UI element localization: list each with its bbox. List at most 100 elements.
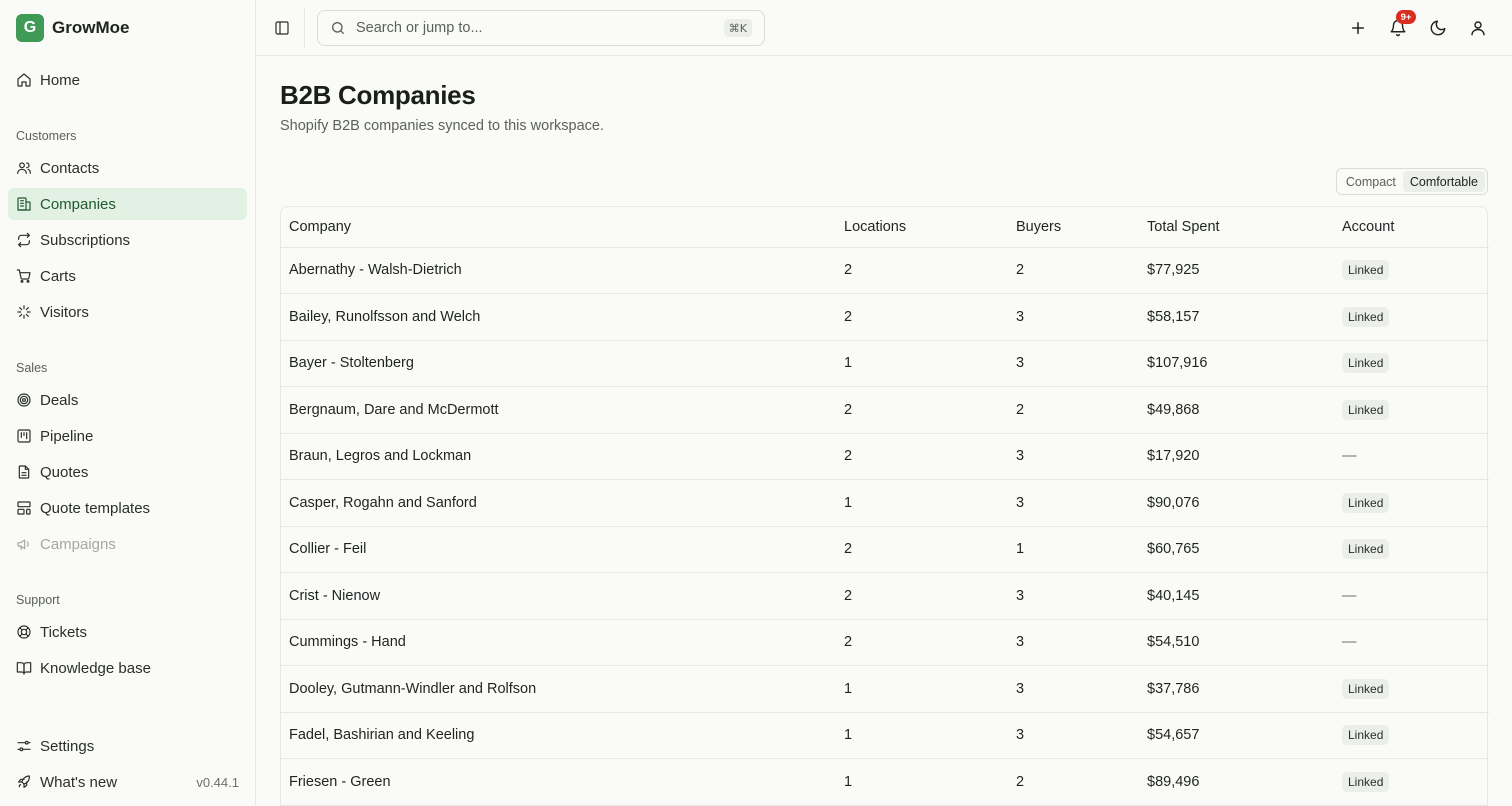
table-row[interactable]: Abernathy - Walsh-Dietrich 2 2 $77,925 Linke… — [281, 247, 1489, 294]
cell-total-spent: $58,157 — [1139, 293, 1334, 341]
column-header-account[interactable]: Account — [1334, 207, 1489, 248]
cell-locations: 1 — [836, 479, 1008, 527]
sidebar-item-label: Contacts — [40, 159, 100, 177]
cell-buyers: 3 — [1008, 340, 1139, 387]
table-row[interactable]: Collier - Feil 2 1 $60,765 Linked — [281, 526, 1489, 573]
cell-company: Fadel, Bashirian and Keeling — [281, 712, 836, 759]
cell-company: Bayer - Stoltenberg — [281, 340, 836, 387]
account-linked-badge: Linked — [1342, 725, 1390, 746]
section-label-customers: Customers — [16, 129, 77, 143]
lifebuoy-icon — [17, 625, 31, 639]
sidebar-item-carts[interactable]: Carts — [8, 260, 247, 292]
sidebar-item-whats-new[interactable]: What's new v0.44.1 — [8, 766, 247, 798]
search-input[interactable] — [356, 20, 716, 36]
layout-template-icon — [17, 501, 31, 515]
cell-locations: 2 — [836, 433, 1008, 480]
search-shortcut: ⌘K — [723, 19, 752, 37]
theme-toggle-button[interactable] — [1426, 16, 1450, 40]
notifications-button[interactable]: 9+ — [1386, 10, 1416, 40]
table-row[interactable]: Cummings - Hand 2 3 $54,510 — — [281, 619, 1489, 666]
table-row[interactable]: Friesen - Green 1 2 $89,496 Linked — [281, 758, 1489, 806]
cell-account: — — [1334, 433, 1489, 480]
sidebar-item-label: Tickets — [40, 623, 87, 641]
cell-buyers: 3 — [1008, 433, 1139, 480]
table-row[interactable]: Bayer - Stoltenberg 1 3 $107,916 Linked — [281, 340, 1489, 387]
user-icon — [1471, 21, 1485, 36]
account-linked-badge: Linked — [1342, 492, 1390, 513]
megaphone-icon — [17, 539, 29, 550]
column-header-buyers[interactable]: Buyers — [1008, 207, 1139, 248]
account-linked-badge: Linked — [1342, 539, 1390, 560]
sidebar-item-subscriptions[interactable]: Subscriptions — [8, 224, 247, 256]
cell-total-spent: $77,925 — [1139, 247, 1334, 294]
sidebar-item-quote-templates[interactable]: Quote templates — [8, 492, 247, 524]
sparkle-icon — [17, 305, 31, 319]
sidebar-item-label: Visitors — [40, 303, 89, 321]
sidebar-toggle-button[interactable] — [270, 16, 294, 40]
version-label: v0.44.1 — [196, 774, 239, 790]
sidebar-item-home[interactable]: Home — [8, 64, 247, 96]
create-button[interactable] — [1346, 16, 1370, 40]
account-linked-badge: Linked — [1342, 399, 1390, 420]
sidebar-item-label: Deals — [40, 391, 79, 409]
kanban-icon — [17, 429, 31, 443]
cell-total-spent: $90,076 — [1139, 479, 1334, 527]
table-row[interactable]: Braun, Legros and Lockman 2 3 $17,920 — — [281, 433, 1489, 480]
sidebar-item-contacts[interactable]: Contacts — [8, 152, 247, 184]
account-empty: — — [1342, 634, 1357, 651]
column-header-company[interactable]: Company — [281, 207, 836, 248]
sidebar-item-campaigns[interactable]: Campaigns — [8, 528, 247, 560]
rocket-icon — [18, 775, 30, 788]
sidebar-item-pipeline[interactable]: Pipeline — [8, 420, 247, 452]
table-row[interactable]: Casper, Rogahn and Sanford 1 3 $90,076 Linke… — [281, 479, 1489, 527]
column-header-locations[interactable]: Locations — [836, 207, 1008, 248]
account-linked-badge: Linked — [1342, 353, 1390, 374]
sidebar-item-settings[interactable]: Settings — [8, 730, 247, 762]
cell-account: Linked — [1334, 526, 1489, 573]
panel-left-icon — [275, 21, 289, 35]
table-row[interactable]: Bergnaum, Dare and McDermott 2 2 $49,868 Lin… — [281, 386, 1489, 434]
table-row[interactable]: Crist - Nienow 2 3 $40,145 — — [281, 572, 1489, 620]
topbar-divider — [304, 8, 305, 48]
moon-icon — [1430, 20, 1446, 36]
sidebar-item-label: Quotes — [40, 463, 89, 481]
sidebar-item-label: Companies — [40, 195, 116, 213]
cell-locations: 2 — [836, 247, 1008, 294]
table-row[interactable]: Dooley, Gutmann-Windler and Rolfson 1 3 $37… — [281, 665, 1489, 713]
home-icon — [17, 73, 31, 87]
table-row[interactable]: Bailey, Runolfsson and Welch 2 3 $58,157 Lin… — [281, 293, 1489, 341]
sidebar-item-label: Quote templates — [40, 499, 151, 517]
search-box[interactable]: ⌘K — [317, 10, 765, 46]
sidebar-item-deals[interactable]: Deals — [8, 384, 247, 416]
density-comfortable-option[interactable]: Comfortable — [1402, 171, 1485, 192]
sidebar: G GrowMoe Home Customers Contacts Compan… — [0, 0, 256, 806]
cell-company: Collier - Feil — [281, 526, 836, 573]
repeat-icon — [18, 232, 30, 248]
cell-company: Abernathy - Walsh-Dietrich — [281, 247, 836, 294]
target-icon — [17, 393, 31, 407]
section-label-support: Support — [16, 593, 60, 607]
sidebar-item-visitors[interactable]: Visitors — [8, 296, 247, 328]
sidebar-item-tickets[interactable]: Tickets — [8, 616, 247, 648]
account-button[interactable] — [1466, 16, 1490, 40]
table-row[interactable]: Fadel, Bashirian and Keeling 1 3 $54,657 Lin… — [281, 712, 1489, 759]
cell-locations: 2 — [836, 386, 1008, 434]
sidebar-item-companies[interactable]: Companies — [8, 188, 247, 220]
account-linked-badge: Linked — [1342, 260, 1390, 281]
density-compact-option[interactable]: Compact — [1339, 171, 1403, 192]
page-subtitle: Shopify B2B companies synced to this wor… — [280, 118, 604, 134]
sidebar-item-quotes[interactable]: Quotes — [8, 456, 247, 488]
cell-total-spent: $54,657 — [1139, 712, 1334, 759]
cell-total-spent: $17,920 — [1139, 433, 1334, 480]
sidebar-item-knowledge-base[interactable]: Knowledge base — [8, 652, 247, 684]
cell-account: Linked — [1334, 293, 1489, 341]
column-header-total-spent[interactable]: Total Spent — [1139, 207, 1334, 248]
sidebar-item-label: Campaigns — [40, 535, 116, 553]
brand[interactable]: G GrowMoe — [0, 0, 255, 56]
cell-company: Casper, Rogahn and Sanford — [281, 479, 836, 527]
cell-company: Cummings - Hand — [281, 619, 836, 666]
building-icon — [17, 197, 31, 211]
cell-account: Linked — [1334, 479, 1489, 527]
cell-buyers: 1 — [1008, 526, 1139, 573]
topbar: ⌘K 9+ — [256, 0, 1512, 56]
